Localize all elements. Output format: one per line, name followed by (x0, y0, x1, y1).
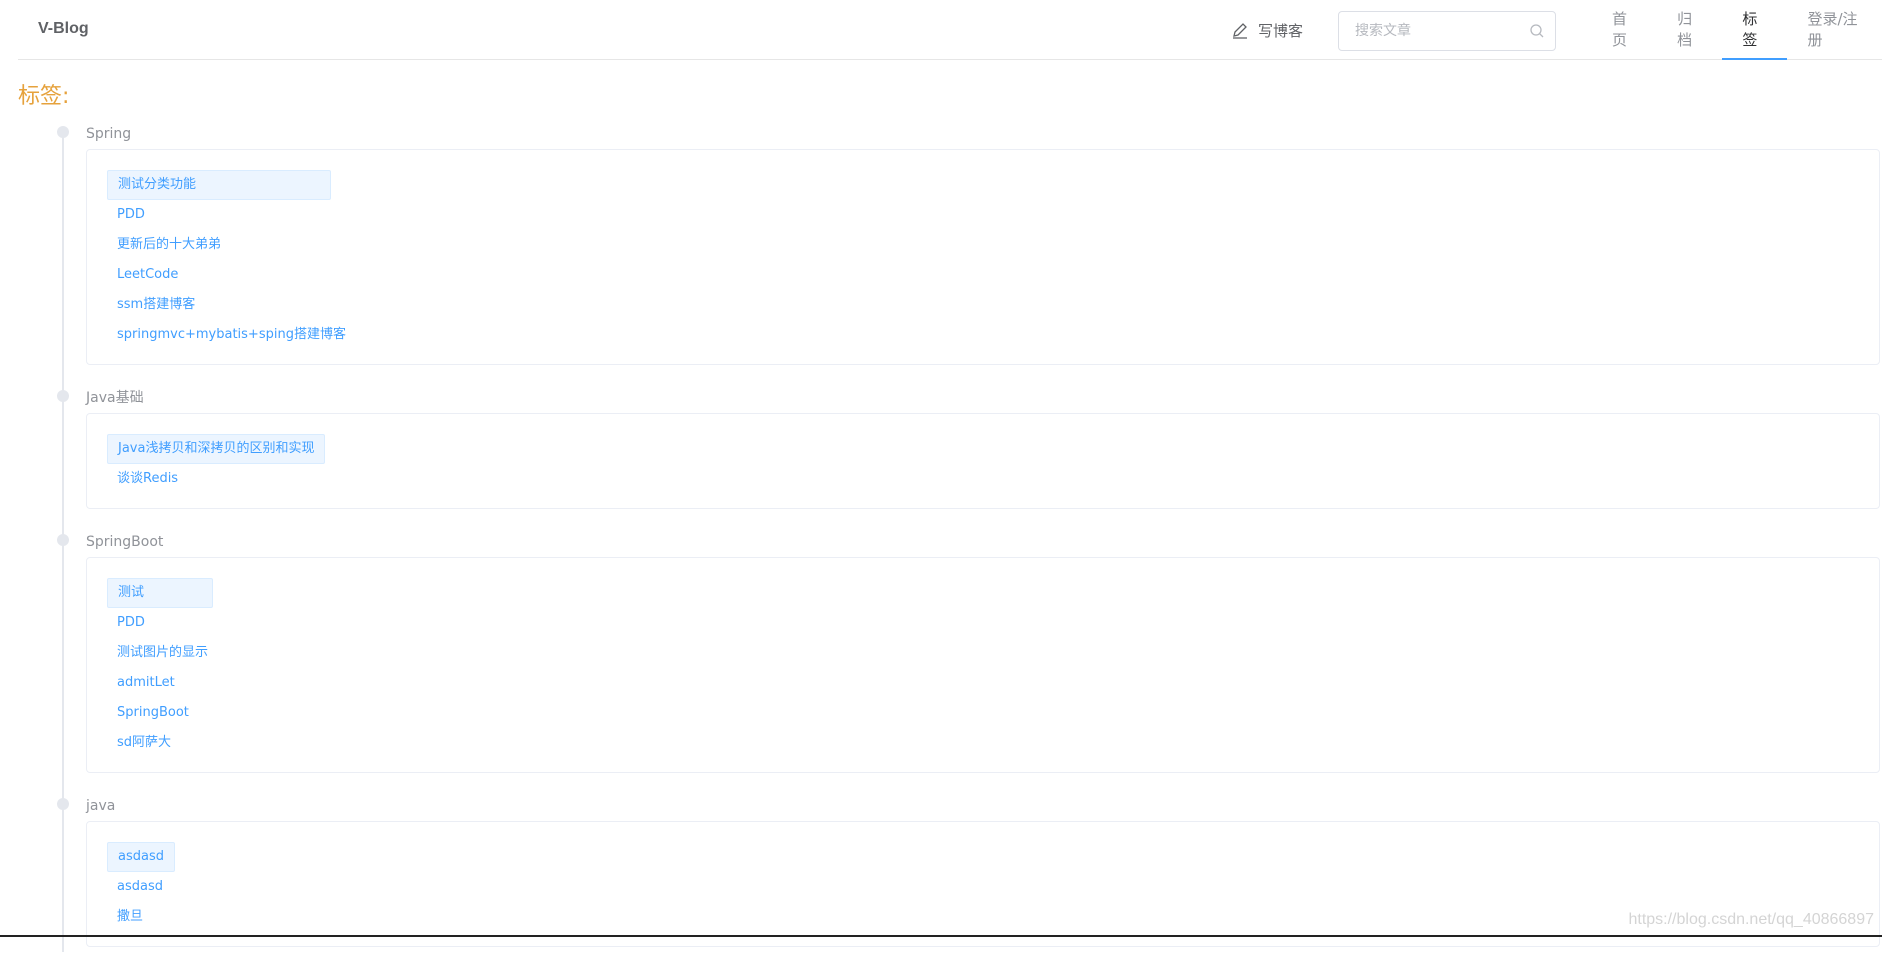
article-list-card: 测试分类功能 PDD 更新后的十大弟弟 LeetCode ssm搭建博客 spr… (86, 149, 1880, 365)
tag-group-spring: Spring 测试分类功能 PDD 更新后的十大弟弟 LeetCode ssm搭… (54, 125, 1882, 365)
nav-item-tags[interactable]: 标签 (1722, 0, 1787, 60)
article-link[interactable]: sd阿萨大 (107, 728, 181, 758)
article-link[interactable]: 测试分类功能 (107, 170, 331, 200)
tag-name: Spring (86, 125, 1882, 143)
article-link[interactable]: asdasd (107, 872, 173, 902)
write-blog-label: 写博客 (1258, 20, 1303, 41)
tag-name: SpringBoot (86, 533, 1882, 551)
article-link[interactable]: LeetCode (107, 260, 188, 290)
top-navbar: V-Blog 写博客 首页 归档 标签 登录/注册 (18, 0, 1882, 60)
timeline-dot (57, 534, 69, 546)
search-icon[interactable] (1529, 23, 1545, 39)
timeline-dot (57, 390, 69, 402)
article-list-card: 测试 PDD 测试图片的显示 admitLet SpringBoot sd阿萨大 (86, 557, 1880, 773)
article-link[interactable]: 谈谈Redis (107, 464, 188, 494)
timeline-dot (57, 798, 69, 810)
timeline-dot (57, 126, 69, 138)
article-link[interactable]: 撒旦 (107, 902, 153, 932)
article-link[interactable]: springmvc+mybatis+sping搭建博客 (107, 320, 356, 350)
article-link[interactable]: PDD (107, 200, 155, 230)
tag-name: Java基础 (86, 389, 1882, 407)
main-nav: 首页 归档 标签 登录/注册 (1592, 0, 1882, 60)
article-link[interactable]: 测试 (107, 578, 213, 608)
tag-timeline: Spring 测试分类功能 PDD 更新后的十大弟弟 LeetCode ssm搭… (54, 124, 1882, 971)
article-link[interactable]: asdasd (107, 842, 175, 872)
article-link[interactable]: SpringBoot (107, 698, 199, 728)
search-input[interactable] (1353, 22, 1529, 40)
search-box[interactable] (1338, 11, 1556, 51)
tag-group-java: java asdasd asdasd 撒旦 (54, 797, 1882, 947)
article-link[interactable]: Java浅拷贝和深拷贝的区别和实现 (107, 434, 325, 464)
watermark: https://blog.csdn.net/qq_40866897 (1628, 911, 1874, 929)
nav-item-archive[interactable]: 归档 (1657, 0, 1722, 60)
tag-name: java (86, 797, 1882, 815)
page-title: 标签: (18, 78, 69, 110)
article-link[interactable]: admitLet (107, 668, 185, 698)
article-list-card: asdasd asdasd 撒旦 (86, 821, 1880, 947)
article-link[interactable]: 更新后的十大弟弟 (107, 230, 231, 260)
article-link[interactable]: PDD (107, 608, 155, 638)
article-list-card: Java浅拷贝和深拷贝的区别和实现 谈谈Redis (86, 413, 1880, 509)
nav-item-home[interactable]: 首页 (1592, 0, 1657, 60)
tag-group-springboot: SpringBoot 测试 PDD 测试图片的显示 admitLet Sprin… (54, 533, 1882, 773)
article-link[interactable]: ssm搭建博客 (107, 290, 205, 320)
article-link[interactable]: 测试图片的显示 (107, 638, 218, 668)
nav-item-login[interactable]: 登录/注册 (1787, 0, 1882, 60)
brand-logo[interactable]: V-Blog (38, 20, 89, 38)
tag-group-java-basics: Java基础 Java浅拷贝和深拷贝的区别和实现 谈谈Redis (54, 389, 1882, 509)
pencil-icon (1230, 20, 1250, 40)
write-blog-button[interactable]: 写博客 (1230, 18, 1303, 42)
